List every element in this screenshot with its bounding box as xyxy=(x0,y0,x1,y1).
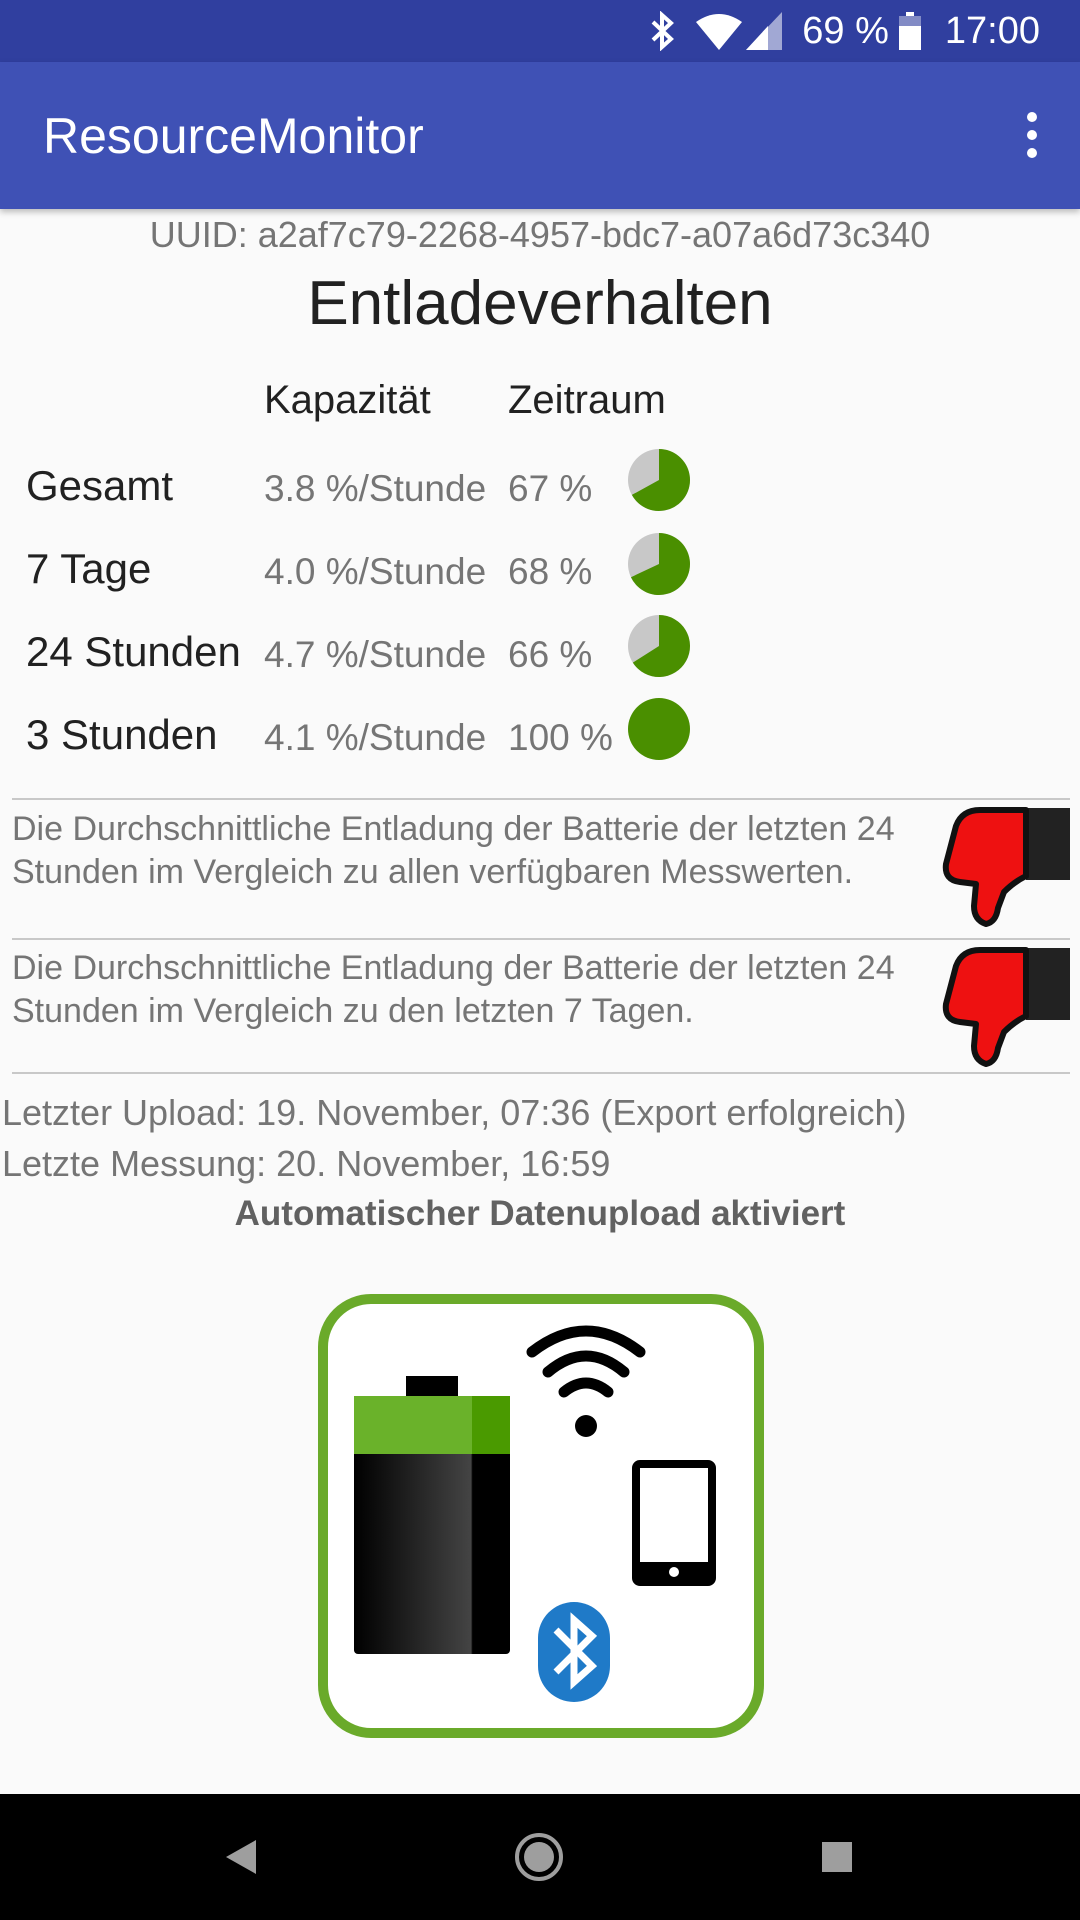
comparison-text-7-days: Die Durchschnittliche Entladung der Batt… xyxy=(12,949,895,1030)
smartphone-icon xyxy=(632,1460,716,1586)
bluetooth-icon xyxy=(538,1602,610,1702)
app-logo xyxy=(318,1294,764,1738)
period-pie-chart xyxy=(628,533,690,595)
home-icon[interactable] xyxy=(506,1824,572,1890)
row-capacity-3-hours: 4.1 %/Stunde xyxy=(264,717,487,758)
auto-upload-status: Automatischer Datenupload aktiviert xyxy=(234,1194,846,1233)
row-capacity-24-hours: 4.7 %/Stunde xyxy=(264,634,487,675)
row-period-3-hours: 100 % xyxy=(508,717,613,758)
battery-percent: 69 % xyxy=(802,9,889,52)
row-capacity-7-days: 4.0 %/Stunde xyxy=(264,551,487,592)
period-pie-chart xyxy=(628,615,690,677)
row-period-7-days: 68 % xyxy=(508,551,593,592)
row-period-24-hours: 66 % xyxy=(508,634,593,675)
thumbs-down-icon xyxy=(942,947,1070,1067)
more-vert-icon[interactable] xyxy=(1002,102,1062,168)
cell-signal-icon xyxy=(746,12,783,50)
page-title: Entladeverhalten xyxy=(307,269,773,338)
row-label-total: Gesamt xyxy=(26,462,174,509)
app-title: ResourceMonitor xyxy=(43,107,424,164)
row-period-total: 67 % xyxy=(508,468,593,509)
status-bar: 69 % 17:00 xyxy=(0,0,1080,62)
app-bar: ResourceMonitor xyxy=(0,62,1080,209)
row-label-24-hours: 24 Stunden xyxy=(26,628,241,675)
back-icon[interactable] xyxy=(208,1824,274,1890)
recents-icon[interactable] xyxy=(804,1824,870,1890)
wifi-icon xyxy=(696,12,743,50)
divider xyxy=(12,1072,1070,1074)
navigation-bar xyxy=(0,1794,1080,1920)
row-capacity-total: 3.8 %/Stunde xyxy=(264,468,487,509)
column-header-capacity: Kapazität xyxy=(264,378,431,422)
bluetooth-icon xyxy=(650,11,676,51)
period-pie-chart xyxy=(628,698,690,760)
last-measurement-text: Letzte Messung: 20. November, 16:59 xyxy=(2,1143,611,1184)
thumbs-down-icon xyxy=(942,807,1070,927)
row-label-3-hours: 3 Stunden xyxy=(26,711,218,758)
column-header-period: Zeitraum xyxy=(508,378,666,422)
uuid-text: UUID: a2af7c79-2268-4957-bdc7-a07a6d73c3… xyxy=(149,214,931,255)
battery-icon xyxy=(898,12,921,50)
divider xyxy=(12,938,1070,940)
comparison-text-all: Die Durchschnittliche Entladung der Batt… xyxy=(12,810,895,891)
clock: 17:00 xyxy=(944,9,1040,52)
pie-background xyxy=(628,698,690,760)
period-pie-chart xyxy=(628,449,690,511)
row-label-7-days: 7 Tage xyxy=(26,545,152,592)
last-upload-text: Letzter Upload: 19. November, 07:36 (Exp… xyxy=(2,1092,907,1133)
divider xyxy=(12,798,1070,800)
